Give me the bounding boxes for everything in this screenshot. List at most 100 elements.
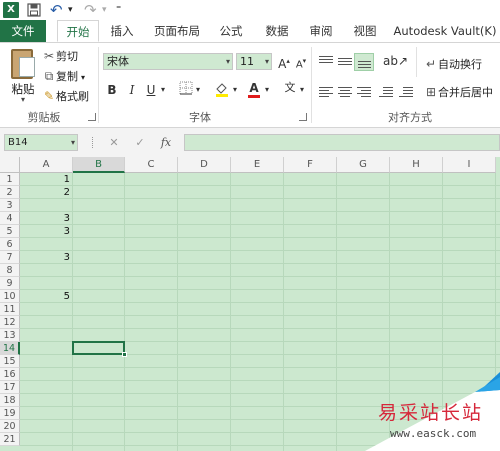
underline-button[interactable]: U (143, 81, 159, 99)
watermark-url: www.easck.com (390, 427, 477, 440)
row-header[interactable]: 15 (0, 355, 20, 368)
wrap-text-button[interactable]: ↵ 自动换行 (424, 55, 482, 73)
save-icon[interactable] (26, 2, 42, 18)
underline-dropdown-icon[interactable]: ▾ (159, 81, 167, 99)
row-header[interactable]: 16 (0, 368, 20, 381)
cut-button[interactable]: ✂ 剪切 (42, 47, 78, 65)
redo-dropdown-icon[interactable]: ▾ (102, 2, 110, 18)
format-painter-button[interactable]: ✎ 格式刷 (42, 87, 89, 105)
undo-icon[interactable]: ↶ (50, 2, 66, 18)
tab-review[interactable]: 审阅 (302, 20, 340, 42)
phonetic-guide-button[interactable]: 文 (282, 79, 298, 97)
italic-button[interactable]: I (124, 81, 140, 99)
column-header[interactable]: E (231, 157, 284, 173)
name-box[interactable]: B14 ▾ (4, 134, 78, 151)
tab-view[interactable]: 视图 (346, 20, 384, 42)
fill-handle[interactable] (122, 352, 127, 357)
clipboard-launcher-icon[interactable] (88, 113, 96, 121)
tab-autodesk-vault[interactable]: Autodesk Vault(K) (390, 20, 500, 42)
grow-font-button[interactable]: A▴ (276, 52, 292, 71)
undo-dropdown-icon[interactable]: ▾ (68, 2, 76, 18)
shrink-font-button[interactable]: A▾ (293, 52, 309, 70)
cancel-icon[interactable]: ✕ (106, 134, 122, 151)
copy-button[interactable]: ⧉ 复制 ▾ (42, 67, 85, 85)
row-header[interactable]: 18 (0, 394, 20, 407)
tab-file[interactable]: 文件 (0, 20, 46, 42)
customize-qat-icon[interactable]: ⁼ (116, 2, 124, 18)
redo-icon[interactable]: ↷ (84, 2, 100, 18)
row-header[interactable]: 1 (0, 173, 20, 186)
tab-home[interactable]: 开始 (57, 20, 99, 42)
paste-button[interactable]: 粘贴 ▾ (5, 47, 41, 105)
column-header[interactable]: B (73, 157, 125, 173)
row-header[interactable]: 21 (0, 433, 20, 446)
fill-color-dropdown-icon[interactable]: ▾ (231, 81, 239, 99)
row-header[interactable]: 10 (0, 290, 20, 303)
font-size-select[interactable]: 11 ▾ (236, 53, 272, 70)
align-left-icon[interactable] (318, 85, 334, 99)
tab-formulas[interactable]: 公式 (212, 20, 250, 42)
column-header[interactable]: I (443, 157, 496, 173)
row-header[interactable]: 4 (0, 212, 20, 225)
font-name-select[interactable]: 宋体 ▾ (103, 53, 233, 70)
column-header[interactable]: F (284, 157, 337, 173)
orientation-button[interactable]: ab↗ (383, 52, 408, 70)
bottom-align-icon[interactable] (354, 53, 374, 71)
font-name-value: 宋体 (107, 55, 129, 68)
column-header[interactable]: H (390, 157, 443, 173)
middle-align-icon[interactable] (337, 55, 353, 69)
column-header[interactable]: D (178, 157, 231, 173)
cell-a10[interactable]: 5 (20, 290, 73, 303)
column-header[interactable]: A (20, 157, 73, 173)
row-header[interactable]: 14 (0, 342, 20, 355)
row-header[interactable]: 7 (0, 251, 20, 264)
cell-a2[interactable]: 2 (20, 186, 73, 199)
row-header[interactable]: 12 (0, 316, 20, 329)
insert-function-icon[interactable]: fx (156, 134, 176, 151)
row-header[interactable]: 2 (0, 186, 20, 199)
enter-icon[interactable]: ✓ (132, 134, 148, 151)
row-header[interactable]: 17 (0, 381, 20, 394)
borders-dropdown-icon[interactable]: ▾ (194, 81, 202, 99)
cell-a5[interactable]: 3 (20, 225, 73, 238)
tab-page-layout[interactable]: 页面布局 (147, 20, 207, 42)
font-color-button[interactable]: A (246, 79, 262, 98)
row-header[interactable]: 8 (0, 264, 20, 277)
column-header[interactable]: C (125, 157, 178, 173)
row-header[interactable]: 3 (0, 199, 20, 212)
align-center-icon[interactable] (337, 85, 353, 99)
decrease-indent-icon[interactable] (378, 85, 394, 99)
gridline (20, 276, 500, 277)
fill-color-button[interactable] (214, 81, 230, 99)
row-header[interactable]: 11 (0, 303, 20, 316)
borders-button[interactable] (178, 81, 194, 99)
gridline (20, 367, 500, 368)
tab-insert[interactable]: 插入 (103, 20, 141, 42)
row-header[interactable]: 6 (0, 238, 20, 251)
row-header[interactable]: 5 (0, 225, 20, 238)
bold-button[interactable]: B (104, 81, 120, 99)
tab-data[interactable]: 数据 (258, 20, 296, 42)
paste-dropdown-icon[interactable]: ▾ (5, 95, 41, 104)
cell-a7[interactable]: 3 (20, 251, 73, 264)
cell-a1[interactable]: 1 (20, 173, 73, 186)
top-align-icon[interactable] (318, 55, 334, 69)
merge-center-button[interactable]: ⊞ 合并后居中 (424, 83, 493, 101)
cell-a4[interactable]: 3 (20, 212, 73, 225)
formula-bar-grip[interactable] (92, 137, 94, 148)
row-header[interactable]: 13 (0, 329, 20, 342)
font-color-dropdown-icon[interactable]: ▾ (263, 81, 271, 99)
column-header[interactable]: G (337, 157, 390, 173)
phonetic-dropdown-icon[interactable]: ▾ (298, 81, 306, 99)
row-header[interactable]: 20 (0, 420, 20, 433)
align-right-icon[interactable] (356, 85, 372, 99)
formula-input[interactable] (184, 134, 500, 151)
font-launcher-icon[interactable] (299, 113, 307, 121)
select-all-corner[interactable] (0, 157, 20, 173)
active-cell[interactable] (72, 341, 125, 355)
ribbon-tabs: 文件 开始 插入 页面布局 公式 数据 审阅 视图 Autodesk Vault… (0, 20, 500, 42)
row-header[interactable]: 19 (0, 407, 20, 420)
increase-indent-icon[interactable] (398, 85, 414, 99)
row-header[interactable]: 9 (0, 277, 20, 290)
wrap-text-icon: ↵ (425, 57, 437, 71)
